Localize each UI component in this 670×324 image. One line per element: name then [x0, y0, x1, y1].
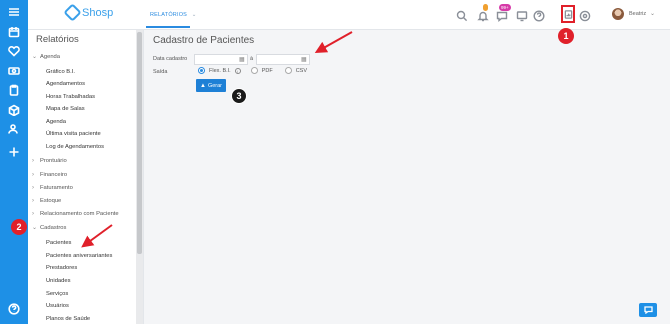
chat-icon: [643, 306, 653, 314]
left-rail: [0, 0, 28, 324]
user-menu-chevron-icon[interactable]: ⌄: [650, 10, 655, 17]
help-icon[interactable]: [6, 301, 22, 317]
date-label: Data cadastro: [153, 56, 188, 62]
user-settings-icon[interactable]: [6, 121, 22, 137]
radio-csv-label: CSV: [295, 67, 308, 74]
radio-flex-bi[interactable]: [198, 67, 205, 74]
clipboard-icon[interactable]: [6, 82, 22, 98]
sidebar-item-horas-trabalhadas[interactable]: Horas Trabalhadas: [46, 94, 95, 100]
add-icon[interactable]: [6, 144, 22, 160]
sidebar-group-prontuario[interactable]: › Prontuário: [32, 158, 67, 164]
sidebar-group-estoque[interactable]: › Estoque: [32, 198, 61, 204]
sidebar-group-financeiro[interactable]: › Financeiro: [32, 172, 67, 178]
sidebar-group-label: Cadastros: [40, 224, 67, 231]
chevron-right-icon: ›: [32, 185, 34, 191]
output-options: Flex. B.I. i PDF CSV: [198, 67, 307, 74]
report-form: Cadastro de Pacientes Data cadastro ▦ à …: [144, 30, 670, 324]
info-icon[interactable]: i: [234, 67, 241, 74]
sidebar-item-prestadores[interactable]: Prestadores: [46, 265, 77, 271]
sidebar-group-agenda[interactable]: ⌄ Agenda: [32, 53, 60, 61]
heart-icon[interactable]: [6, 43, 22, 59]
sidebar-group-label: Relacionamento com Paciente: [40, 211, 119, 217]
search-icon[interactable]: [456, 9, 468, 22]
sidebar-item-unidades[interactable]: Unidades: [46, 278, 71, 284]
sidebar-group-cadastros[interactable]: ⌄ Cadastros: [32, 224, 67, 232]
calendar-icon[interactable]: [6, 24, 22, 40]
chevron-down-icon: ⌄: [32, 54, 38, 60]
radio-csv[interactable]: [284, 67, 292, 74]
tab-relatorios-label: RELATÓRIOS: [150, 12, 188, 18]
sidebar-item-agenda[interactable]: Agenda: [46, 119, 66, 125]
user-name[interactable]: Beatriz: [629, 11, 646, 17]
question-icon[interactable]: [533, 9, 545, 22]
sidebar-group-label: Prontuário: [40, 158, 67, 164]
annotation-marker-2: 2: [11, 219, 27, 235]
chart-icon: ▲: [199, 82, 206, 89]
alert-dot: [483, 4, 488, 11]
radio-pdf-label: PDF: [261, 67, 273, 74]
shosp-logo[interactable]: Shosp: [63, 3, 114, 22]
radio-flex-bi-label: Flex. B.I.: [209, 67, 231, 74]
chevron-right-icon: ›: [32, 172, 34, 178]
calendar-icon[interactable]: ▦: [239, 56, 245, 63]
generate-button[interactable]: ▲ Gerar: [196, 79, 226, 92]
sidebar-scrollbar-thumb[interactable]: [137, 32, 142, 254]
chevron-down-icon: ⌄: [191, 12, 197, 18]
settings-icon[interactable]: [579, 9, 591, 22]
chevron-right-icon: ›: [32, 211, 34, 217]
date-separator: à: [250, 56, 254, 62]
sidebar-item-agendamentos[interactable]: Agendamentos: [46, 81, 85, 87]
chevron-right-icon: ›: [32, 198, 34, 204]
reports-sidebar: Relatórios ⌄ Agenda Gráfico B.I. Agendam…: [28, 30, 144, 324]
document-chart-icon: [564, 9, 572, 19]
sidebar-item-pacientes[interactable]: Pacientes: [46, 240, 71, 246]
sidebar-group-faturamento[interactable]: › Faturamento: [32, 185, 73, 191]
sidebar-group-label: Financeiro: [40, 172, 68, 178]
notification-badge: 99+: [499, 4, 511, 11]
brand-name: Shosp: [82, 6, 114, 19]
sidebar-item-usuarios[interactable]: Usuários: [46, 303, 69, 309]
sidebar-title: Relatórios: [36, 34, 79, 45]
generate-button-label: Gerar: [207, 82, 222, 89]
sidebar-group-label: Estoque: [40, 198, 62, 204]
logo-mark-icon: [63, 3, 82, 22]
sidebar-item-pacientes-aniversariantes[interactable]: Pacientes aniversariantes: [46, 253, 112, 259]
annotation-marker-1: 1: [558, 28, 574, 44]
money-icon[interactable]: [6, 63, 22, 79]
active-tab-indicator: [146, 26, 190, 28]
radio-pdf[interactable]: [250, 67, 258, 74]
reports-button[interactable]: [561, 5, 575, 23]
output-label: Saída: [153, 69, 168, 75]
sidebar-item-servicos[interactable]: Serviços: [46, 291, 68, 297]
sidebar-item-log-agendamentos[interactable]: Log de Agendamentos: [46, 144, 104, 150]
app-frame: Shosp RELATÓRIOS ⌄ 99+ Beatriz ⌄ Relatór…: [0, 0, 670, 324]
sidebar-group-label: Agenda: [40, 53, 60, 60]
page-title: Cadastro de Pacientes: [153, 35, 255, 46]
chevron-right-icon: ›: [32, 158, 34, 164]
tab-relatorios[interactable]: RELATÓRIOS ⌄: [150, 12, 197, 18]
sidebar-group-label: Faturamento: [40, 185, 73, 191]
monitor-icon[interactable]: [516, 9, 528, 22]
annotation-marker-3: 3: [231, 88, 247, 104]
top-bar: Shosp RELATÓRIOS ⌄ 99+ Beatriz ⌄: [28, 0, 670, 30]
sidebar-group-relacionamento[interactable]: › Relacionamento com Paciente: [32, 211, 119, 217]
chevron-down-icon: ⌄: [32, 225, 38, 231]
sidebar-item-ultima-visita[interactable]: Última visita paciente: [46, 131, 101, 137]
bell-icon[interactable]: [477, 9, 489, 22]
box-icon[interactable]: [6, 102, 22, 118]
chat-button[interactable]: [639, 303, 657, 317]
sidebar-item-mapa-de-salas[interactable]: Mapa de Salas: [46, 106, 85, 112]
avatar[interactable]: [612, 8, 624, 20]
sidebar-item-grafico-bi[interactable]: Gráfico B.I.: [46, 69, 75, 75]
calendar-icon[interactable]: ▦: [301, 56, 307, 63]
sidebar-item-planos-de-saude[interactable]: Planos de Saúde: [46, 316, 90, 322]
menu-icon[interactable]: [6, 4, 22, 20]
